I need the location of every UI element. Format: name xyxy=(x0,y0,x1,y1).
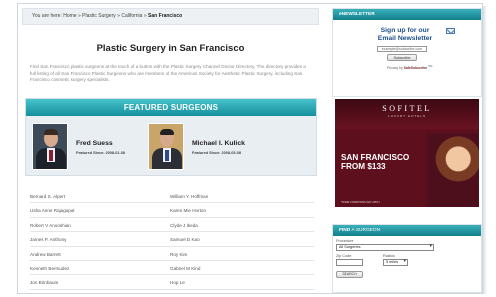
ad-photo xyxy=(427,133,479,207)
find-header-bold: FIND xyxy=(339,228,351,233)
hotel-advertisement[interactable]: SOFITEL LUXURY HOTELS SAN FRANCISCO FROM… xyxy=(335,99,479,207)
breadcrumb-separator: » xyxy=(143,13,147,19)
breadcrumb-link-plastic-surgery[interactable]: Plastic Surgery xyxy=(82,13,116,19)
ad-headline: SAN FRANCISCO FROM $133 xyxy=(341,153,409,171)
surgeon-link[interactable]: Hop Le xyxy=(170,280,185,285)
ad-headline-line2: FROM $133 xyxy=(341,162,386,171)
surgeon-link[interactable]: William Y. Hoffman xyxy=(170,194,208,199)
surgeon-link[interactable]: Jon Birnbaum xyxy=(30,280,58,285)
breadcrumb-separator: » xyxy=(117,13,120,19)
list-row: Robert V Anooshian Clyde J Ikeda xyxy=(30,218,314,233)
surgeon-link[interactable]: Karen Mie Horton xyxy=(170,208,206,213)
zip-code-label: Zip Code xyxy=(336,254,352,258)
ad-logo-subtitle: LUXURY HOTELS xyxy=(388,114,426,118)
procedure-select[interactable]: All Surgeries xyxy=(336,244,434,251)
search-button[interactable]: SEARCH xyxy=(336,271,363,278)
list-row: Jon Birnbaum Hop Le xyxy=(30,275,314,290)
list-row: James P. Anthony Samuel D Kao xyxy=(30,232,314,247)
page-shadow xyxy=(483,6,487,294)
breadcrumb: You are here: Home » Plastic Surgery » C… xyxy=(22,8,319,25)
list-row: Usha Anne Rajagopal Karen Mie Horton xyxy=(30,203,314,218)
newsletter-title[interactable]: Sign up for our Email Newsletter xyxy=(355,27,455,43)
find-surgeon-form: Procedure All Surgeries Zip Code Radius … xyxy=(333,236,481,293)
surgeon-link[interactable]: Kenneth Bermudez xyxy=(30,266,69,271)
breadcrumb-separator: » xyxy=(77,13,81,19)
surgeon-link[interactable]: James P. Anthony xyxy=(30,237,66,242)
safesubscribe-badge[interactable]: Privacy by SafeSubscribe SM xyxy=(387,64,432,70)
ad-headline-line1: SAN FRANCISCO xyxy=(341,153,410,162)
safesubscribe-mark: SM xyxy=(428,64,433,68)
surgeon-link[interactable]: Robert V Anooshian xyxy=(30,223,71,228)
find-surgeon-header: FIND A SURGEON xyxy=(333,225,481,236)
featured-since: Featured Since: 2008-01-08 xyxy=(76,151,125,155)
surgeon-link[interactable]: Gabriel M Kind xyxy=(170,266,200,271)
newsletter-header: eNEWSLETTER xyxy=(333,9,481,20)
sidebar: eNEWSLETTER Sign up for our Email Newsle… xyxy=(332,8,482,293)
procedure-label: Procedure xyxy=(336,239,354,243)
surgeon-link[interactable]: Andrew Barrett xyxy=(30,252,61,257)
list-row: Bernard S. Alpert William Y. Hoffman xyxy=(30,189,314,204)
ad-logo: SOFITEL xyxy=(382,104,432,113)
newsletter-box: eNEWSLETTER Sign up for our Email Newsle… xyxy=(332,8,482,97)
breadcrumb-current: San Francisco xyxy=(148,13,183,19)
subscribe-button[interactable]: Subscribe xyxy=(387,54,417,61)
featured-since: Featured Since: 2008-05-08 xyxy=(192,151,241,155)
surgeon-name[interactable]: Michael I. Kulick xyxy=(192,140,245,147)
surgeon-link[interactable]: Roy Kim xyxy=(170,252,187,257)
surgeon-list: Bernard S. Alpert William Y. Hoffman Ush… xyxy=(30,189,314,290)
find-surgeon-box: FIND A SURGEON Procedure All Surgeries Z… xyxy=(332,224,482,293)
newsletter-email-input[interactable]: example@subscribe.com xyxy=(377,46,427,52)
surgeon-link[interactable]: Usha Anne Rajagopal xyxy=(30,208,74,213)
zip-code-input[interactable] xyxy=(336,259,363,266)
find-header-light: A SURGEON xyxy=(351,228,381,233)
surgeon-photo[interactable] xyxy=(148,123,184,170)
page-title: Plastic Surgery in San Francisco xyxy=(96,43,245,54)
list-row: Andrew Barrett Roy Kim xyxy=(30,247,314,261)
main-content: You are here: Home » Plastic Surgery » C… xyxy=(22,8,319,293)
surgeon-link[interactable]: Clyde J Ikeda xyxy=(170,223,198,228)
list-row: Kenneth Bermudez Gabriel M Kind xyxy=(30,261,314,276)
safesubscribe-brand: SafeSubscribe xyxy=(403,66,428,71)
webpage: You are here: Home » Plastic Surgery » C… xyxy=(17,3,483,294)
surgeon-name[interactable]: Fred Suess xyxy=(76,140,113,147)
intro-text: Find San Francisco plastic surgeons at t… xyxy=(30,64,306,83)
envelope-icon xyxy=(446,28,455,34)
safesubscribe-prefix: Privacy by xyxy=(387,66,403,71)
newsletter-title-line1: Sign up for our xyxy=(380,27,430,34)
featured-surgeons-header: FEATURED SURGEONS xyxy=(26,99,316,116)
breadcrumb-link-home[interactable]: Home xyxy=(63,13,76,19)
breadcrumb-link-california[interactable]: California xyxy=(121,13,142,19)
radius-select[interactable]: 5 miles xyxy=(383,259,408,266)
surgeon-link[interactable]: Bernard S. Alpert xyxy=(30,194,65,199)
surgeon-link[interactable]: Samuel D Kao xyxy=(170,237,200,242)
featured-surgeons-panel: FEATURED SURGEONS Fred Suess Featured Si… xyxy=(25,98,317,176)
surgeon-photo[interactable] xyxy=(32,123,68,170)
ad-fine-print: *SOME CONDITIONS MAY APPLY xyxy=(341,201,381,204)
newsletter-title-line2: Email Newsletter xyxy=(377,35,433,42)
radius-label: Radius xyxy=(383,254,395,258)
breadcrumb-prefix: You are here: xyxy=(32,13,62,19)
